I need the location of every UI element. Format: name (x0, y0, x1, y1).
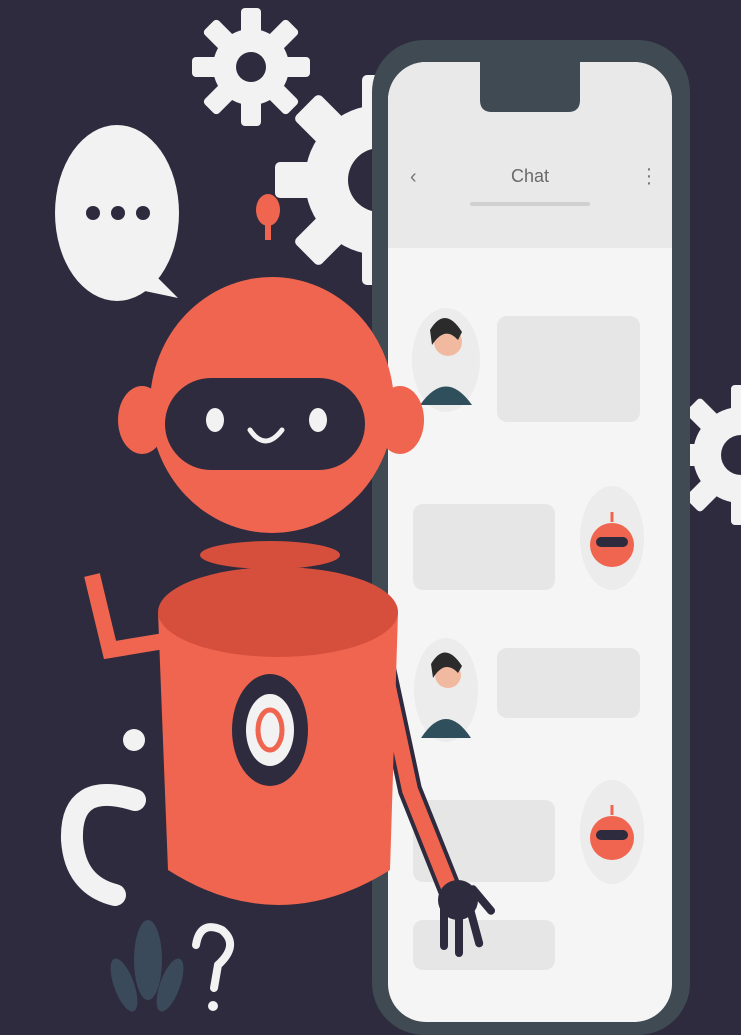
small-gear-icon (192, 8, 310, 126)
incoming-message-bubble (497, 316, 640, 422)
illustration (17, 8, 741, 1035)
phone-notch (480, 62, 580, 112)
incoming-message-bubble (497, 648, 640, 718)
kebab-menu-icon[interactable]: · · · (641, 159, 657, 193)
back-chevron-icon[interactable]: ‹ (410, 166, 417, 189)
user-avatar (412, 308, 480, 412)
outgoing-message-bubble (413, 920, 555, 970)
chat-title: Chat (510, 166, 550, 186)
robot-avatar (580, 486, 644, 590)
robot-visor (165, 378, 365, 470)
robot-avatar (580, 780, 644, 884)
plant-icon (110, 920, 184, 1012)
user-avatar (414, 638, 478, 742)
outgoing-message-bubble (413, 504, 555, 590)
robot-left-hand (17, 460, 91, 576)
speech-bubble-icon (55, 125, 179, 301)
